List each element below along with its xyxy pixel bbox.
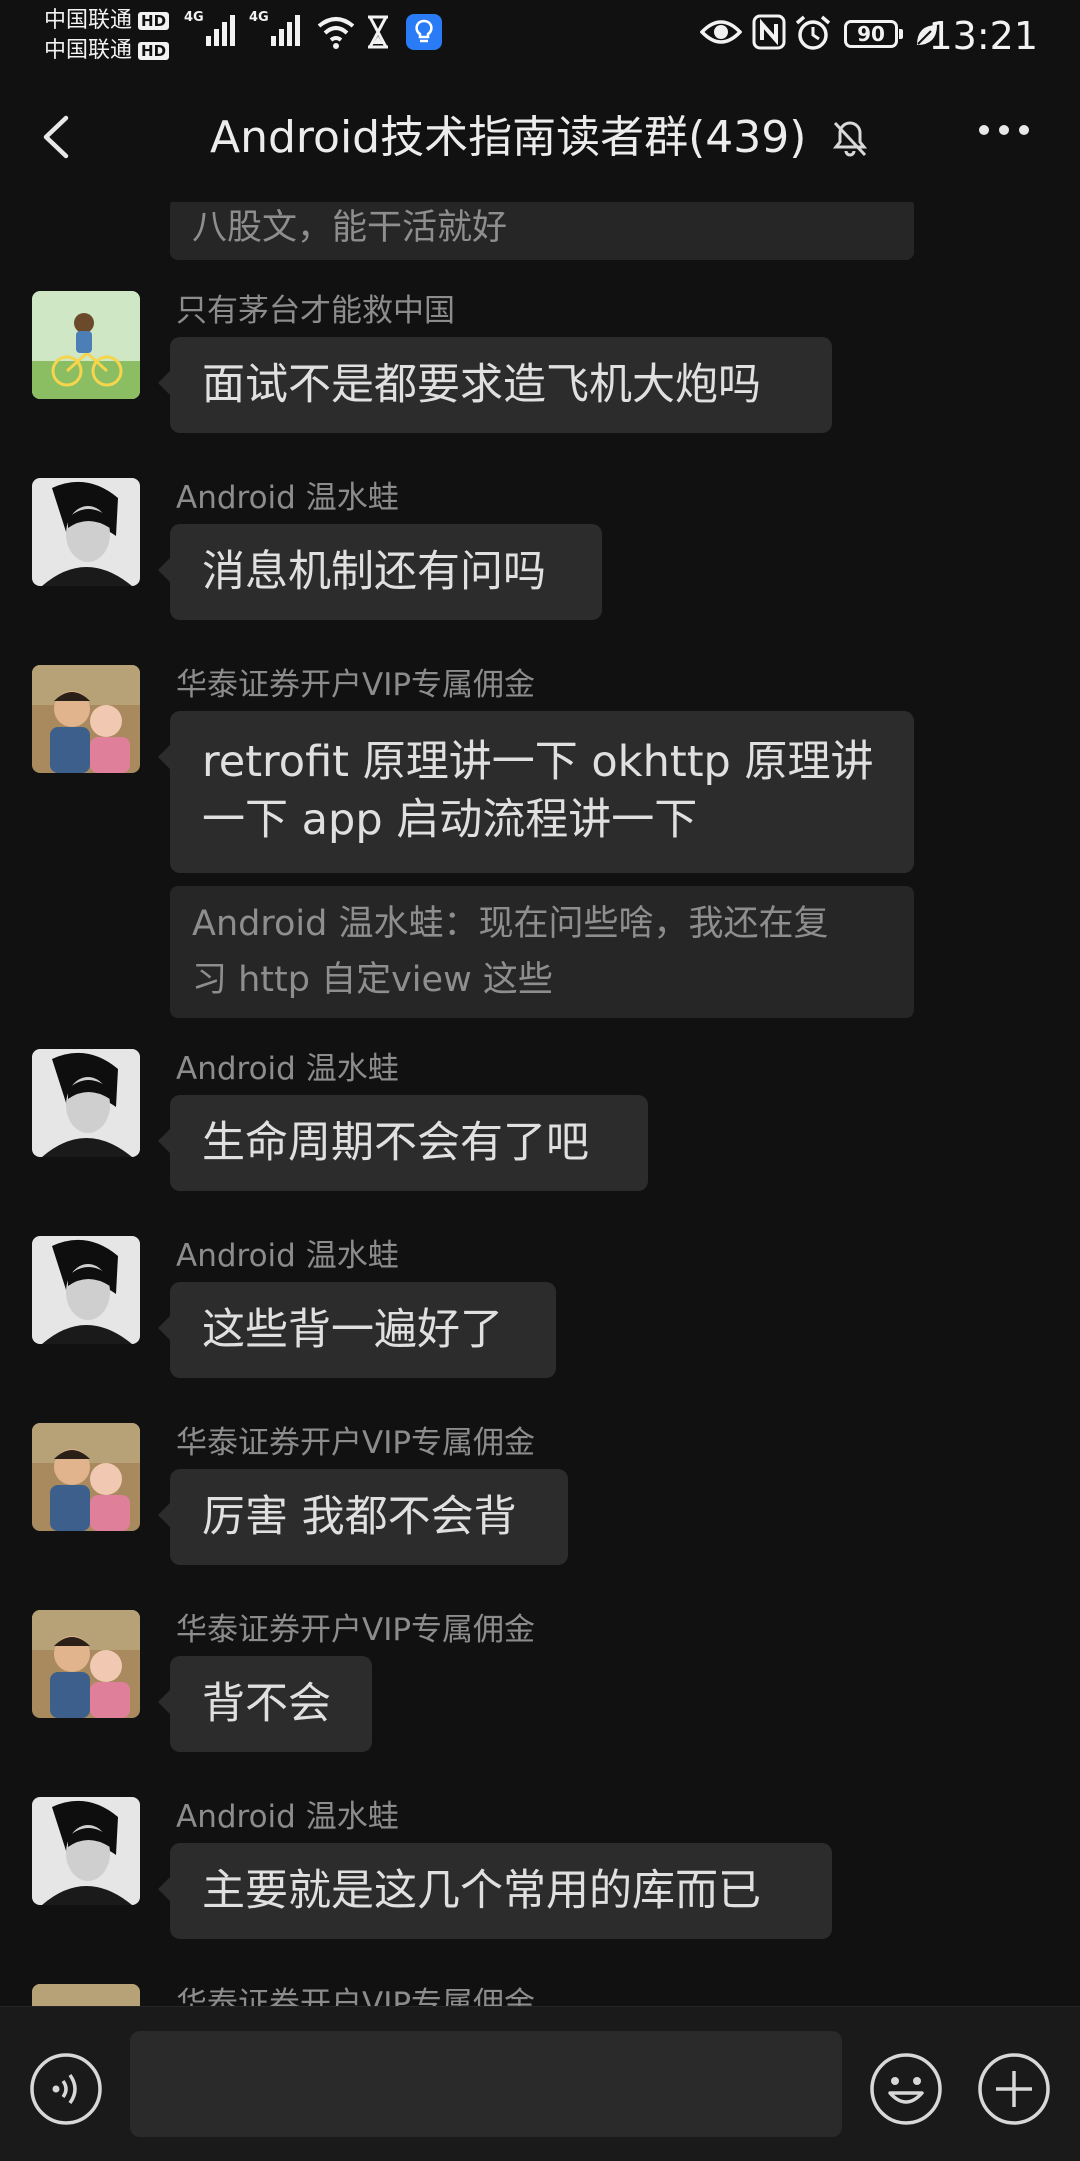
message-bubble[interactable]: 主要就是这几个常用的库而已 xyxy=(158,1843,832,1939)
chat-title: Android技术指南读者群(439) xyxy=(210,112,807,163)
sender-name: Android 温水蛙 xyxy=(176,1051,399,1087)
plus-icon[interactable] xyxy=(976,2051,1052,2127)
nfc-icon xyxy=(752,14,786,50)
message-bubble[interactable]: 厉害 我都不会背 xyxy=(158,1469,568,1565)
message-line: 一下 app 启动流程讲一下 xyxy=(202,795,698,845)
emoji-icon[interactable] xyxy=(868,2051,944,2127)
avatar[interactable] xyxy=(32,1610,140,1718)
hourglass-icon xyxy=(368,15,388,49)
hd-badge: HD xyxy=(138,12,170,30)
message-bubble[interactable]: 这些背一遍好了 xyxy=(158,1282,556,1378)
signal-icon: 4G xyxy=(249,10,300,46)
message-bubble[interactable]: 面试不是都要求造飞机大炮吗 xyxy=(158,337,832,433)
bulb-icon xyxy=(406,14,442,50)
clock: 13:21 xyxy=(928,14,1038,58)
carrier-1: 中国联通 xyxy=(44,8,133,33)
title-bar: Android技术指南读者群(439) xyxy=(0,72,1080,202)
message-list[interactable]: 八股文，能干活就好 只有茅台才能救中国 面试不是都要求造飞机大炮吗 Androi… xyxy=(0,202,1080,2006)
voice-icon[interactable] xyxy=(28,2051,104,2127)
avatar[interactable] xyxy=(32,1984,140,2006)
message-input[interactable] xyxy=(130,2031,842,2137)
message-bubble[interactable]: 消息机制还有问吗 xyxy=(158,524,602,620)
wifi-icon xyxy=(317,17,355,49)
avatar[interactable] xyxy=(32,478,140,586)
eye-icon xyxy=(700,20,742,44)
avatar[interactable] xyxy=(32,1049,140,1157)
sender-name: 华泰证券开户VIP专属佣金 xyxy=(176,1425,536,1461)
alarm-icon xyxy=(795,15,831,50)
signal-icon: 4G xyxy=(184,10,235,46)
hd-badge: HD xyxy=(138,42,170,60)
avatar[interactable] xyxy=(32,1423,140,1531)
back-icon[interactable] xyxy=(38,114,78,160)
battery-icon: 90 xyxy=(844,20,903,48)
quoted-message: 八股文，能干活就好 xyxy=(170,202,914,260)
more-icon[interactable] xyxy=(978,122,1030,138)
message-bubble[interactable]: 背不会 xyxy=(158,1656,372,1752)
avatar[interactable] xyxy=(32,1797,140,1905)
message-bubble[interactable]: retrofit 原理讲一下 okhttp 原理讲 一下 app 启动流程讲一下 xyxy=(158,711,914,873)
sender-name: Android 温水蛙 xyxy=(176,1799,399,1835)
avatar[interactable] xyxy=(32,291,140,399)
sender-name: 华泰证券开户VIP专属佣金 xyxy=(176,667,536,703)
message-line: retrofit 原理讲一下 okhttp 原理讲 xyxy=(202,737,874,787)
mute-bell-icon xyxy=(832,121,868,157)
quote-text: 八股文，能干活就好 xyxy=(192,208,508,248)
carrier-2: 中国联通 xyxy=(44,38,133,63)
sender-name: Android 温水蛙 xyxy=(176,480,399,516)
sender-name: 华泰证券开户VIP专属佣金 xyxy=(176,1612,536,1648)
network-type: 4G xyxy=(184,10,204,25)
avatar[interactable] xyxy=(32,665,140,773)
sender-name: 只有茅台才能救中国 xyxy=(176,293,455,329)
input-bar xyxy=(0,2006,1080,2161)
quote-line: 习 http 自定view 这些 xyxy=(192,960,553,1000)
sender-name: Android 温水蛙 xyxy=(176,1238,399,1274)
carrier-info: 中国联通 HD 中国联通 HD xyxy=(44,6,170,66)
message-bubble[interactable]: 生命周期不会有了吧 xyxy=(158,1095,648,1191)
network-type: 4G xyxy=(249,10,269,25)
quote-line: Android 温水蛙：现在问些啥，我还在复 xyxy=(192,904,829,944)
avatar[interactable] xyxy=(32,1236,140,1344)
status-bar: 中国联通 HD 中国联通 HD 4G 4G 90 13:21 xyxy=(0,0,1080,72)
quoted-message[interactable]: Android 温水蛙：现在问些啥，我还在复 习 http 自定view 这些 xyxy=(170,886,914,1018)
sender-name: 华泰证券开户VIP专属佣金 xyxy=(176,1986,536,2006)
